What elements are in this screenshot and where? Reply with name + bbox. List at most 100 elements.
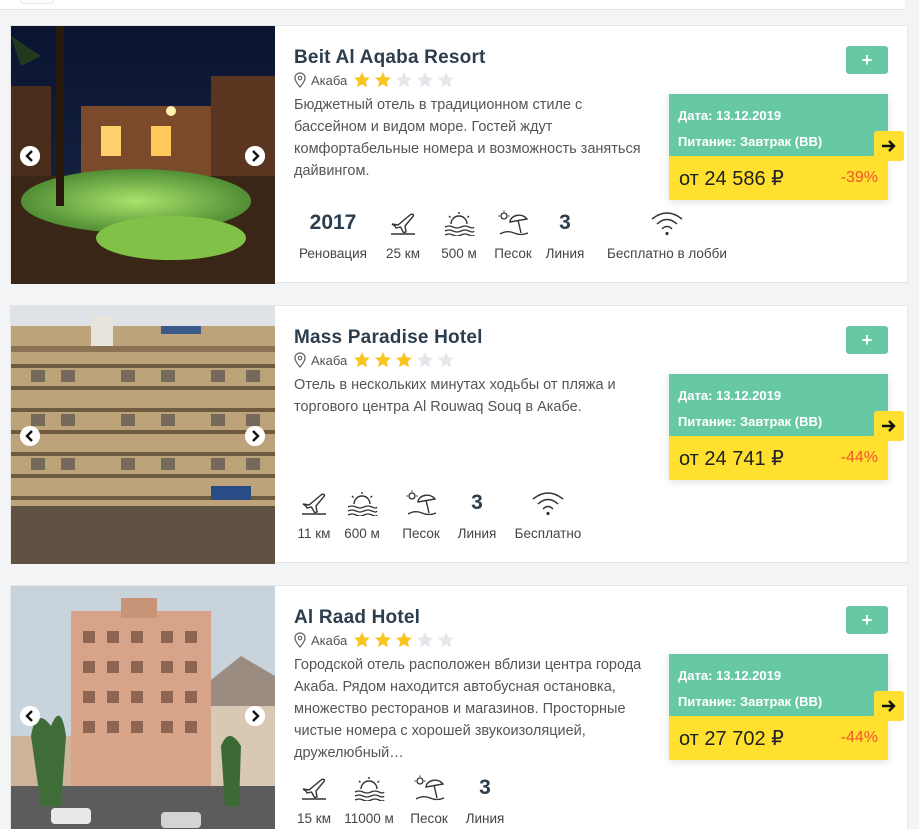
hotel-name[interactable]: Mass Paradise Hotel — [294, 327, 483, 349]
hotel-description: Бюджетный отель в традиционном стиле с б… — [294, 97, 641, 179]
feature-beach-distance: 11000 м — [340, 773, 398, 826]
go-to-offer-button[interactable] — [874, 411, 904, 441]
feature-wifi: Бесплатно — [508, 488, 588, 541]
feature-beach-distance: 600 м — [340, 488, 384, 541]
feature-airport: 25 км — [380, 208, 426, 261]
hotel-location: Акаба — [294, 351, 455, 369]
offer-discount: -44% — [840, 449, 878, 466]
arrow-right-icon — [882, 420, 896, 432]
photo-prev-button[interactable] — [20, 426, 40, 446]
photo-prev-button[interactable] — [20, 706, 40, 726]
offer-price-bar: от 24 586 ₽ -39% — [669, 156, 888, 200]
offer-price-bar: от 24 741 ₽ -44% — [669, 436, 888, 480]
hotel-name[interactable]: Al Raad Hotel — [294, 607, 420, 629]
offer-box[interactable]: Дата: 13.12.2019 Питание: Завтрак (BB) о… — [669, 654, 888, 760]
top-tab[interactable] — [20, 0, 54, 4]
feature-beach-type: Песок — [490, 208, 536, 261]
offer-date: Дата: 13.12.2019 — [678, 388, 782, 403]
airplane-icon — [299, 773, 329, 803]
offer-date: Дата: 13.12.2019 — [678, 668, 782, 683]
feature-beach-type: Песок — [398, 488, 444, 541]
hotel-photo[interactable] — [11, 586, 275, 829]
hotel-location: Акаба — [294, 71, 455, 89]
airplane-icon — [299, 488, 329, 518]
offer-date: Дата: 13.12.2019 — [678, 108, 782, 123]
offer-box[interactable]: Дата: 13.12.2019 Питание: Завтрак (BB) о… — [669, 374, 888, 480]
star-filled-icon — [375, 72, 392, 88]
hotel-description: Городской отель расположен вблизи центра… — [294, 657, 642, 761]
beach-umbrella-icon — [413, 773, 445, 803]
hotel-photo[interactable] — [11, 26, 275, 284]
star-empty-icon — [396, 72, 413, 88]
feature-beach-type: Песок — [406, 773, 452, 826]
airport-distance: 25 км — [386, 246, 420, 261]
offer-meal: Питание: Завтрак (BB) — [678, 414, 823, 429]
line-value: 3 — [479, 776, 491, 799]
star-empty-icon — [417, 72, 434, 88]
add-button[interactable]: + — [846, 606, 888, 634]
photo-next-button[interactable] — [245, 146, 265, 166]
feature-line: 3 Линия — [460, 773, 510, 826]
feature-airport: 11 км — [294, 488, 334, 541]
sea-sunset-icon — [346, 488, 378, 518]
offer-info: Дата: 13.12.2019 Питание: Завтрак (BB) — [669, 374, 888, 436]
feature-beach-distance: 500 м — [432, 208, 486, 261]
hotel-name[interactable]: Beit Al Aqaba Resort — [294, 47, 486, 69]
beach-distance: 500 м — [441, 246, 477, 261]
wifi-label: Бесплатно — [514, 526, 582, 541]
airport-distance: 11 км — [297, 526, 331, 541]
wifi-icon — [650, 208, 684, 238]
offer-box[interactable]: Дата: 13.12.2019 Питание: Завтрак (BB) о… — [669, 94, 888, 200]
offer-meal: Питание: Завтрак (BB) — [678, 134, 823, 149]
go-to-offer-button[interactable] — [874, 131, 904, 161]
add-button[interactable]: + — [846, 46, 888, 74]
star-empty-icon — [438, 632, 455, 648]
hotel-city: Акаба — [311, 72, 348, 88]
offer-price: от 24 741 ₽ — [679, 447, 784, 470]
airplane-icon — [388, 208, 418, 238]
line-label: Линия — [465, 811, 505, 826]
hotel-card: Al Raad Hotel Акаба Городской отель расп… — [10, 585, 908, 829]
offer-meal: Питание: Завтрак (BB) — [678, 694, 823, 709]
star-rating — [353, 351, 455, 369]
hotel-city: Акаба — [311, 352, 348, 368]
offer-price-bar: от 27 702 ₽ -44% — [669, 716, 888, 760]
airport-distance: 15 км — [297, 811, 331, 826]
photo-prev-button[interactable] — [20, 146, 40, 166]
location-pin-icon — [294, 632, 306, 648]
beach-distance: 11000 м — [344, 811, 394, 826]
location-pin-icon — [294, 72, 306, 88]
beach-type: Песок — [402, 526, 440, 541]
hotel-photo[interactable] — [11, 306, 275, 564]
offer-price: от 24 586 ₽ — [679, 167, 784, 190]
star-filled-icon — [375, 352, 392, 368]
beach-type: Песок — [494, 246, 532, 261]
feature-wifi: Бесплатно в лобби — [599, 208, 735, 261]
star-filled-icon — [396, 352, 413, 368]
line-value: 3 — [559, 211, 571, 234]
arrow-right-icon — [882, 140, 896, 152]
feature-line: 3 Линия — [452, 488, 502, 541]
star-rating — [353, 631, 455, 649]
star-empty-icon — [438, 352, 455, 368]
photo-next-button[interactable] — [245, 426, 265, 446]
star-filled-icon — [354, 632, 371, 648]
beach-distance: 600 м — [344, 526, 380, 541]
hotel-card: Mass Paradise Hotel Акаба Отель в нескол… — [10, 305, 908, 564]
line-label: Линия — [457, 526, 497, 541]
hotel-card: Beit Al Aqaba Resort Акаба Бюджетный оте… — [10, 25, 908, 284]
star-filled-icon — [396, 632, 413, 648]
offer-price: от 27 702 ₽ — [679, 727, 784, 750]
add-button[interactable]: + — [846, 326, 888, 354]
feature-line: 3 Линия — [540, 208, 590, 261]
offer-discount: -44% — [840, 729, 878, 746]
star-filled-icon — [375, 632, 392, 648]
offer-info: Дата: 13.12.2019 Питание: Завтрак (BB) — [669, 94, 888, 156]
sea-sunset-icon — [353, 773, 385, 803]
photo-next-button[interactable] — [245, 706, 265, 726]
feature-renovation: 2017 Реновация — [294, 208, 372, 261]
beach-type: Песок — [410, 811, 448, 826]
go-to-offer-button[interactable] — [874, 691, 904, 721]
feature-airport: 15 км — [294, 773, 334, 826]
star-empty-icon — [417, 352, 434, 368]
